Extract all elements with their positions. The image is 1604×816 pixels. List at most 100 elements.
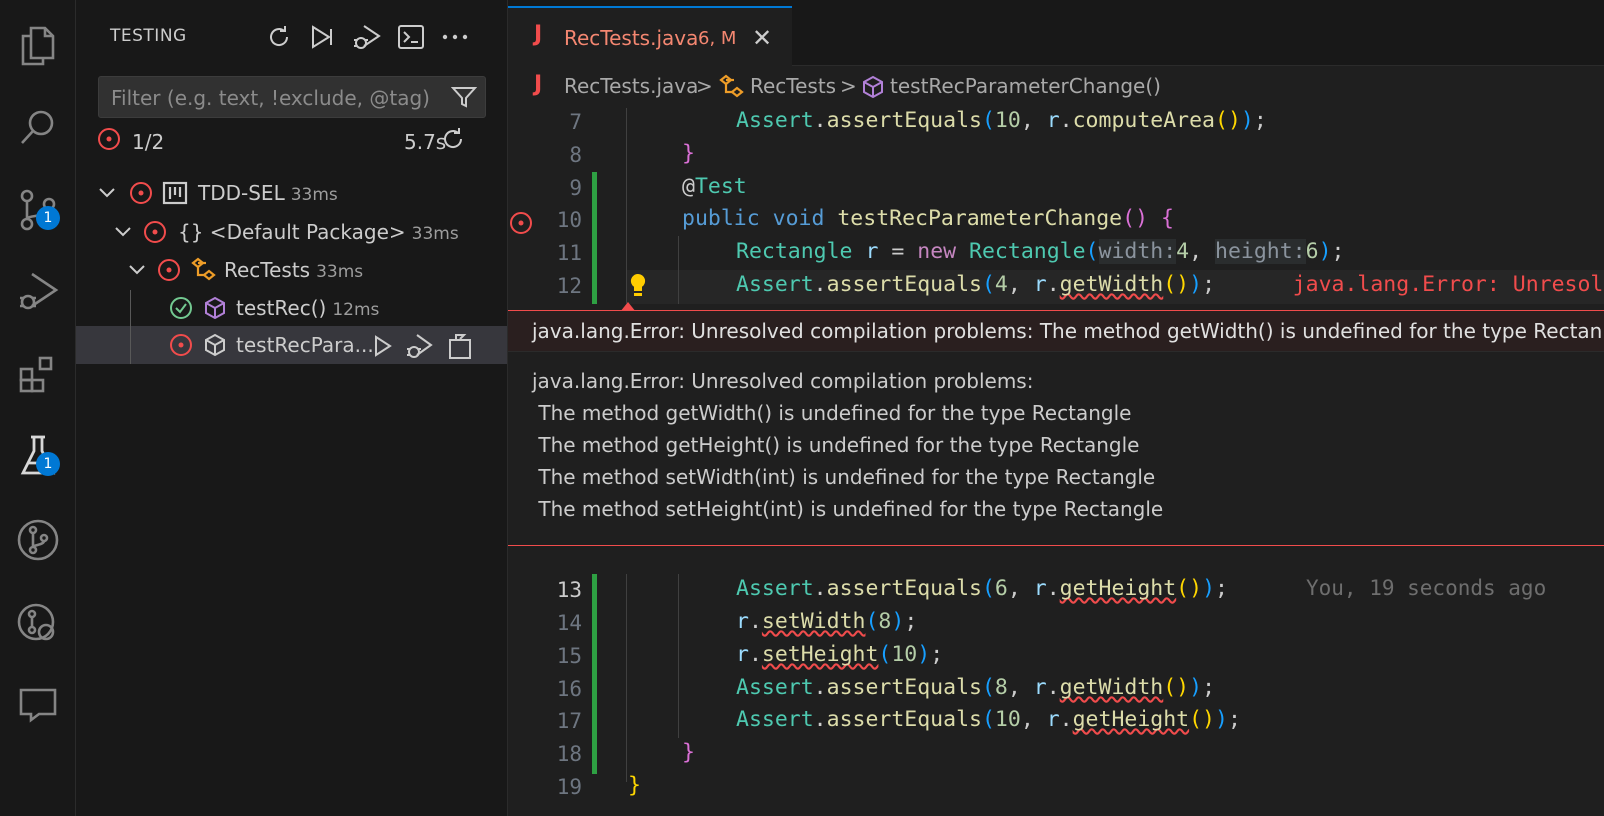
tab-problem-status: 6, M bbox=[698, 28, 737, 49]
class-icon bbox=[191, 257, 216, 281]
line-number: 9 bbox=[569, 176, 582, 200]
search-icon[interactable] bbox=[12, 102, 64, 154]
run-debug-icon[interactable] bbox=[12, 266, 64, 318]
line-number: 15 bbox=[556, 644, 582, 668]
code-line-18[interactable]: } bbox=[682, 740, 695, 765]
line-number: 13 bbox=[556, 578, 582, 602]
project-icon bbox=[162, 181, 188, 205]
code-line-17[interactable]: Assert.assertEquals(10, r.getHeight()); bbox=[736, 707, 1241, 732]
go-to-test-icon[interactable] bbox=[446, 332, 474, 360]
filter-input[interactable] bbox=[109, 77, 443, 119]
failed-status-icon bbox=[144, 221, 166, 243]
code-line-16[interactable]: Assert.assertEquals(8, r.getWidth()); bbox=[736, 675, 1215, 700]
java-file-icon: J bbox=[534, 72, 543, 97]
code-line-14[interactable]: r.setWidth(8); bbox=[736, 609, 917, 634]
git-blame-annotation: You, 19 seconds ago bbox=[1306, 576, 1547, 600]
peek-header: java.lang.Error: Unresolved compilation … bbox=[508, 311, 1604, 352]
code-line-13[interactable]: Assert.assertEquals(6, r.getHeight()); bbox=[736, 576, 1228, 601]
error-peek-widget: java.lang.Error: Unresolved compilation … bbox=[508, 310, 1604, 546]
tab-label: RecTests.java bbox=[564, 26, 699, 50]
more-actions-icon[interactable] bbox=[438, 20, 472, 54]
tree-item-package[interactable]: {} <Default Package> 33ms bbox=[76, 213, 507, 251]
test-summary-count: 1/2 bbox=[132, 130, 165, 154]
chevron-down-icon bbox=[115, 227, 131, 237]
failed-status-icon bbox=[170, 334, 192, 356]
close-icon[interactable]: ✕ bbox=[752, 24, 772, 52]
source-control-icon[interactable]: 1 bbox=[12, 184, 64, 236]
git-lens-icon[interactable] bbox=[12, 596, 64, 648]
line-number: 11 bbox=[556, 241, 582, 265]
line-number: 18 bbox=[556, 742, 582, 766]
testing-badge: 1 bbox=[36, 452, 60, 476]
tree-item-test-failed[interactable]: testRecPara... bbox=[76, 326, 507, 364]
lightbulb-icon[interactable] bbox=[628, 272, 648, 300]
tree-item-test-passed[interactable]: testRec() 12ms bbox=[76, 289, 507, 327]
line-number: 7 bbox=[569, 110, 582, 134]
breadcrumb-separator: > bbox=[840, 74, 857, 98]
git-graph-icon[interactable] bbox=[12, 514, 64, 566]
refresh-tests-icon[interactable] bbox=[262, 20, 296, 54]
code-line-19[interactable]: } bbox=[628, 773, 641, 798]
code-line-11[interactable]: Rectangle r = new Rectangle(width:4, hei… bbox=[736, 239, 1344, 264]
tab-rectests-java[interactable]: J RecTests.java 6, M ✕ bbox=[508, 6, 792, 66]
tree-item-label: RecTests 33ms bbox=[224, 258, 364, 282]
code-line-9[interactable]: @Test bbox=[682, 174, 747, 199]
tree-item-label: testRec() 12ms bbox=[236, 296, 380, 320]
code-line-12[interactable]: Assert.assertEquals(4, r.getWidth()); ja… bbox=[736, 272, 1603, 297]
code-line-10[interactable]: public void testRecParameterChange() { bbox=[682, 206, 1174, 231]
chat-icon[interactable] bbox=[12, 678, 64, 730]
breadcrumb-method[interactable]: testRecParameterChange() bbox=[890, 74, 1161, 98]
failed-status-icon bbox=[158, 259, 180, 281]
debug-all-tests-icon[interactable] bbox=[350, 20, 384, 54]
failed-status-icon bbox=[98, 128, 120, 150]
breadcrumb-file[interactable]: RecTests.java bbox=[564, 74, 698, 98]
peek-line: The method getWidth() is undefined for t… bbox=[532, 401, 1132, 425]
run-all-tests-icon[interactable] bbox=[306, 20, 340, 54]
method-icon bbox=[205, 296, 225, 320]
line-number: 14 bbox=[556, 611, 582, 635]
sidebar-title: TESTING bbox=[110, 26, 187, 46]
line-number: 12 bbox=[556, 274, 582, 298]
debug-test-icon[interactable] bbox=[406, 332, 434, 360]
peek-line: The method setHeight(int) is undefined f… bbox=[532, 497, 1164, 521]
added-lines-indicator bbox=[592, 574, 597, 774]
peek-line: The method getHeight() is undefined for … bbox=[532, 433, 1140, 457]
line-number: 19 bbox=[556, 775, 582, 799]
rerun-icon[interactable] bbox=[440, 126, 466, 156]
peek-header-text: java.lang.Error: Unresolved compilation … bbox=[532, 319, 1603, 343]
explorer-icon[interactable] bbox=[12, 20, 64, 72]
passed-status-icon bbox=[170, 297, 192, 319]
line-number: 10 bbox=[556, 208, 582, 232]
show-output-icon[interactable] bbox=[394, 20, 428, 54]
tab-bar: J RecTests.java 6, M ✕ bbox=[508, 0, 1604, 66]
run-test-icon[interactable] bbox=[372, 334, 394, 358]
filter-icon[interactable] bbox=[450, 85, 478, 113]
source-control-badge: 1 bbox=[36, 206, 60, 230]
tree-item-class[interactable]: RecTests 33ms bbox=[76, 251, 507, 289]
tree-item-label: {} <Default Package> 33ms bbox=[178, 220, 459, 244]
peek-line: The method setWidth(int) is undefined fo… bbox=[532, 465, 1156, 489]
chevron-down-icon bbox=[99, 188, 115, 198]
line-number: 8 bbox=[569, 143, 582, 167]
method-icon bbox=[205, 333, 225, 357]
breadcrumb-class[interactable]: RecTests bbox=[750, 74, 836, 98]
line-number: 17 bbox=[556, 709, 582, 733]
tree-item-project[interactable]: TDD-SEL 33ms bbox=[76, 174, 507, 212]
tree-item-label: TDD-SEL 33ms bbox=[198, 181, 338, 205]
breadcrumb: J RecTests.java > RecTests > testRecPara… bbox=[508, 66, 1604, 106]
method-icon bbox=[863, 75, 883, 99]
chevron-down-icon bbox=[129, 265, 145, 275]
activity-bar: 1 1 bbox=[0, 0, 76, 816]
added-lines-indicator bbox=[592, 172, 597, 304]
class-icon bbox=[719, 74, 744, 98]
java-file-icon: J bbox=[534, 22, 543, 47]
tree-item-label: testRecPara... bbox=[236, 333, 374, 357]
peek-line: java.lang.Error: Unresolved compilation … bbox=[532, 369, 1034, 393]
testing-sidebar: TESTING 1/2 5.7s TDD-SEL33ms {} <Default… bbox=[76, 0, 508, 816]
code-line-7[interactable]: Assert.assertEquals(10, r.computeArea())… bbox=[736, 108, 1267, 133]
testing-icon[interactable]: 1 bbox=[12, 430, 64, 482]
code-line-8[interactable]: } bbox=[682, 141, 695, 166]
filter-box bbox=[98, 76, 486, 119]
code-line-15[interactable]: r.setHeight(10); bbox=[736, 642, 943, 667]
extensions-icon[interactable] bbox=[12, 348, 64, 400]
